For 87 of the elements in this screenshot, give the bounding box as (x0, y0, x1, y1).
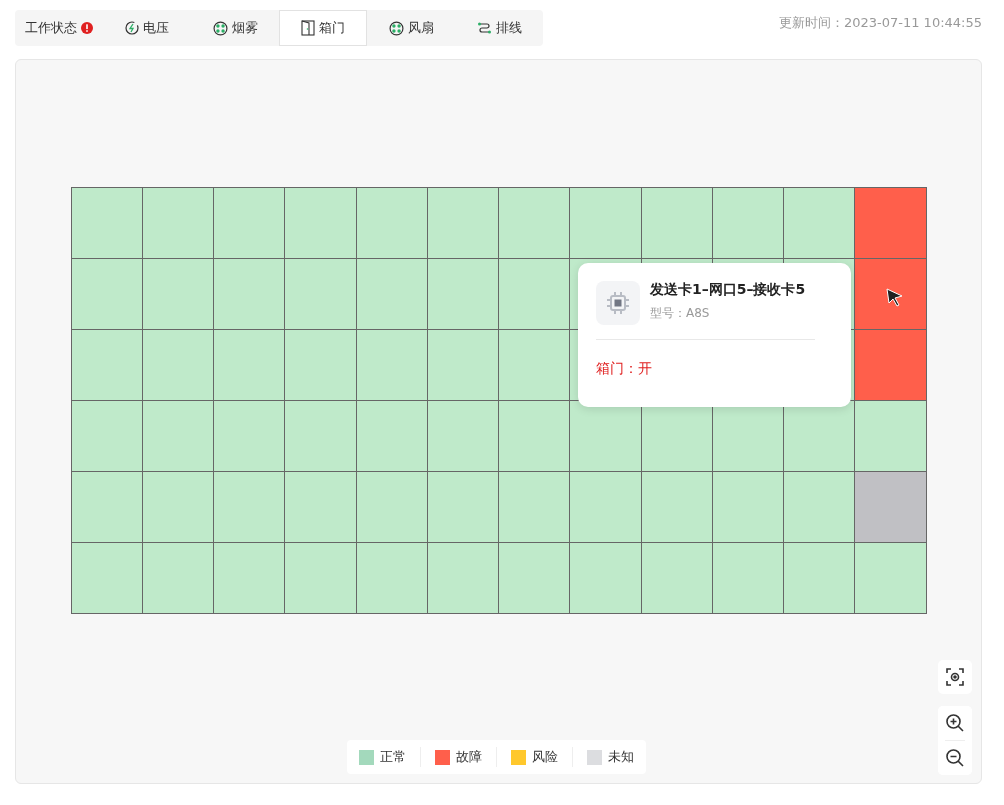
grid-cell[interactable] (285, 330, 357, 401)
grid-cell[interactable] (427, 472, 499, 543)
grid-cell[interactable] (214, 330, 286, 401)
grid-cell[interactable] (784, 188, 856, 259)
fan-icon (388, 20, 404, 36)
grid-cell[interactable] (285, 401, 357, 472)
grid-cell[interactable] (427, 188, 499, 259)
grid-cell[interactable] (712, 188, 784, 259)
grid-cell[interactable] (285, 188, 357, 259)
legend-label: 风险 (532, 748, 558, 766)
grid-cell[interactable] (499, 543, 571, 614)
grid-cell[interactable] (214, 472, 286, 543)
tab[interactable]: 烟雾 (191, 10, 279, 46)
lightning-icon (125, 21, 139, 35)
grid-cell[interactable] (570, 188, 642, 259)
grid-cell[interactable] (641, 472, 713, 543)
grid-cell[interactable] (71, 401, 143, 472)
chip-icon (596, 281, 640, 325)
grid-cell[interactable] (71, 259, 143, 330)
grid-cell[interactable] (855, 259, 927, 330)
grid-cell[interactable] (499, 472, 571, 543)
grid-cell[interactable] (214, 543, 286, 614)
zoom-in-icon (945, 713, 965, 733)
grid-cell[interactable] (142, 259, 214, 330)
legend-label: 正常 (380, 748, 406, 766)
grid-cell[interactable] (214, 259, 286, 330)
grid-cell[interactable] (855, 472, 927, 543)
update-time: 更新时间：2023-07-11 10:44:55 (778, 14, 982, 32)
grid-cell[interactable] (784, 401, 856, 472)
grid-cell[interactable] (427, 259, 499, 330)
grid-cell[interactable] (499, 259, 571, 330)
grid-cell[interactable] (356, 472, 428, 543)
grid-cell[interactable] (285, 472, 357, 543)
grid-cell[interactable] (784, 472, 856, 543)
legend-label: 未知 (608, 748, 634, 766)
tab[interactable]: 箱门 (279, 10, 367, 46)
grid-cell[interactable] (356, 330, 428, 401)
grid-cell[interactable] (855, 401, 927, 472)
grid-cell[interactable] (71, 188, 143, 259)
tab[interactable]: 工作状态 (15, 10, 103, 46)
grid-cell[interactable] (570, 472, 642, 543)
grid-cell[interactable] (285, 543, 357, 614)
fan-icon (212, 20, 228, 36)
grid-cell[interactable] (570, 543, 642, 614)
grid-cell[interactable] (285, 259, 357, 330)
grid-cell[interactable] (356, 259, 428, 330)
legend-label: 故障 (456, 748, 482, 766)
tab[interactable]: 风扇 (367, 10, 455, 46)
grid-cell[interactable] (71, 472, 143, 543)
grid-cell[interactable] (427, 543, 499, 614)
grid-cell[interactable] (499, 188, 571, 259)
grid-cell[interactable] (499, 330, 571, 401)
grid-cell[interactable] (142, 330, 214, 401)
tab[interactable]: 排线 (455, 10, 543, 46)
fit-view-button[interactable] (938, 660, 972, 694)
grid-cell[interactable] (356, 401, 428, 472)
grid-cell[interactable] (712, 472, 784, 543)
grid-cell[interactable] (71, 330, 143, 401)
grid-cell[interactable] (499, 401, 571, 472)
grid-cell[interactable] (142, 188, 214, 259)
grid-cell[interactable] (712, 543, 784, 614)
grid-cell[interactable] (142, 401, 214, 472)
zoom-out-icon (945, 748, 965, 768)
model-label: 型号：A8S (650, 305, 711, 322)
grid-cell[interactable] (570, 401, 642, 472)
grid-cell[interactable] (356, 543, 428, 614)
door-icon (301, 20, 315, 36)
grid-cell[interactable] (855, 543, 927, 614)
grid-cell[interactable] (214, 401, 286, 472)
grid-cell[interactable] (427, 330, 499, 401)
cable-icon (476, 21, 492, 35)
tooltip-title: 发送卡1–网口5–接收卡5 (650, 281, 806, 299)
tab[interactable]: 电压 (103, 10, 191, 46)
grid-cell[interactable] (142, 472, 214, 543)
grid-cell[interactable] (855, 188, 927, 259)
cursor-icon (886, 288, 904, 308)
focus-icon (945, 667, 965, 687)
grid-cell[interactable] (427, 401, 499, 472)
door-status: 箱门：开 (596, 360, 652, 376)
grid-cell[interactable] (356, 188, 428, 259)
grid-cell[interactable] (855, 330, 927, 401)
grid-cell[interactable] (784, 543, 856, 614)
grid-cell[interactable] (71, 543, 143, 614)
grid-cell[interactable] (214, 188, 286, 259)
grid-cell[interactable] (641, 188, 713, 259)
grid-cell[interactable] (142, 543, 214, 614)
grid-cell[interactable] (641, 543, 713, 614)
